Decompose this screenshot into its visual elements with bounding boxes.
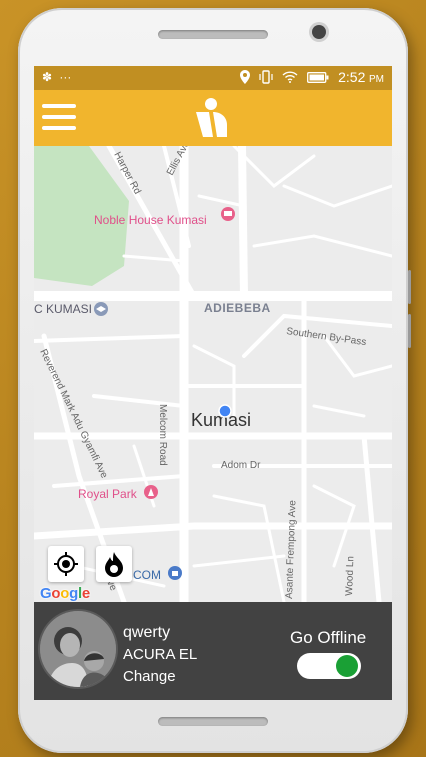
shopping-pin-icon[interactable] (168, 566, 182, 580)
google-attribution: Google (40, 585, 90, 602)
online-toggle[interactable] (297, 653, 361, 679)
my-location-icon[interactable] (48, 546, 84, 582)
place-label-noble-house: Noble House Kumasi (94, 213, 207, 227)
front-camera (312, 25, 326, 39)
battery-icon (307, 71, 329, 83)
toggle-knob (336, 655, 358, 677)
avatar[interactable] (40, 611, 116, 687)
clock-ampm: PM (369, 74, 384, 85)
app-logo-icon (196, 98, 227, 137)
status-label: Go Offline (290, 628, 367, 647)
street-label-adom: Adom Dr (221, 460, 261, 471)
park-pin-icon[interactable] (144, 485, 158, 499)
street-label-melcom: Melcom Road (157, 404, 168, 466)
location-icon (240, 70, 251, 84)
change-car-link[interactable]: Change (123, 668, 176, 685)
place-label-royal-park: Royal Park (78, 487, 138, 501)
driver-panel: qwerty ACURA EL Change Go Offline (34, 602, 392, 700)
wifi-icon (282, 71, 298, 83)
hotel-pin-icon[interactable] (221, 207, 235, 221)
more-dots-icon: ··· (59, 70, 72, 84)
current-location-dot (218, 404, 232, 418)
hamburger-menu-icon[interactable] (42, 104, 76, 134)
app-bar (34, 90, 392, 146)
street-label-wood: Wood Ln (344, 556, 356, 596)
place-label-com: COM (133, 568, 161, 582)
school-pin-icon[interactable] (94, 302, 108, 316)
power-button (408, 314, 411, 348)
map-view[interactable]: Harper Rd Ellis Ave Southern By-Pass Rev… (34, 139, 392, 607)
place-label-adiebeba: ADIEBEBA (204, 301, 271, 315)
earpiece-speaker (158, 30, 268, 39)
fire-icon[interactable] (96, 546, 132, 582)
driver-name: qwerty (123, 624, 171, 641)
street-label-asante: Asante Frempong Ave (284, 500, 298, 600)
app-screen: ✽ ··· 2:52 PM Harper Rd Ellis Ave Southe… (34, 66, 392, 700)
notification-icon: ✽ (42, 70, 53, 84)
status-bar: ✽ ··· 2:52 PM (34, 66, 392, 90)
place-label-knust: C KUMASI (34, 302, 92, 316)
street-label-southern: Southern By-Pass (286, 326, 367, 348)
clock-time: 2:52 (338, 69, 366, 85)
volume-button (408, 270, 411, 304)
car-model: ACURA EL (123, 646, 198, 663)
vibrate-icon (259, 70, 273, 84)
bottom-speaker (158, 717, 268, 726)
